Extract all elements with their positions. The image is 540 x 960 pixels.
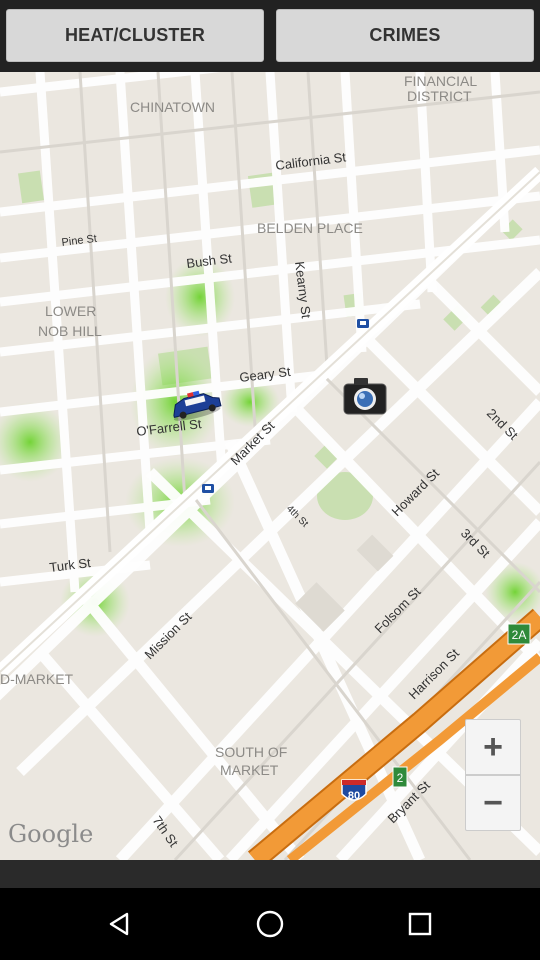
exit-2-sign-icon: 2	[392, 766, 408, 788]
label-south-of-market-2: MARKET	[220, 762, 279, 778]
exit-2-label: 2	[397, 771, 404, 785]
google-attribution: Google	[8, 820, 94, 848]
label-lower-nob-hill-1: LOWER	[45, 303, 96, 319]
tab-heat-cluster[interactable]: HEAT/CLUSTER	[6, 9, 264, 62]
map-canvas: CHINATOWN FINANCIAL DISTRICT BELDEN PLAC…	[0, 72, 540, 860]
exit-2a-label: 2A	[512, 628, 527, 642]
map-view[interactable]: CHINATOWN FINANCIAL DISTRICT BELDEN PLAC…	[0, 72, 540, 860]
tab-crimes[interactable]: CRIMES	[276, 9, 534, 62]
label-chinatown: CHINATOWN	[130, 99, 215, 115]
exit-2a-sign-icon: 2A	[507, 623, 531, 645]
transit-station-icon	[202, 484, 214, 493]
label-mid-market: D-MARKET	[0, 671, 74, 687]
label-lower-nob-hill-2: NOB HILL	[38, 323, 102, 339]
label-belden-place: BELDEN PLACE	[257, 220, 363, 236]
label-financial-district-1: FINANCIAL	[404, 73, 477, 89]
home-circle-icon	[256, 910, 284, 938]
map-footer-strip	[0, 860, 540, 888]
interstate-80-label: 80	[348, 790, 360, 802]
home-button[interactable]	[215, 888, 325, 960]
recent-square-icon	[408, 912, 432, 936]
system-navigation-bar	[0, 888, 540, 960]
back-triangle-icon	[109, 912, 129, 936]
transit-station-icon	[357, 319, 369, 328]
label-south-of-market-1: SOUTH OF	[215, 744, 287, 760]
zoom-in-button[interactable]: +	[465, 719, 521, 775]
top-toolbar: HEAT/CLUSTER CRIMES	[0, 0, 540, 72]
label-financial-district-2: DISTRICT	[407, 88, 472, 104]
back-button[interactable]	[65, 888, 175, 960]
zoom-out-button[interactable]: −	[465, 775, 521, 831]
recent-apps-button[interactable]	[365, 888, 475, 960]
